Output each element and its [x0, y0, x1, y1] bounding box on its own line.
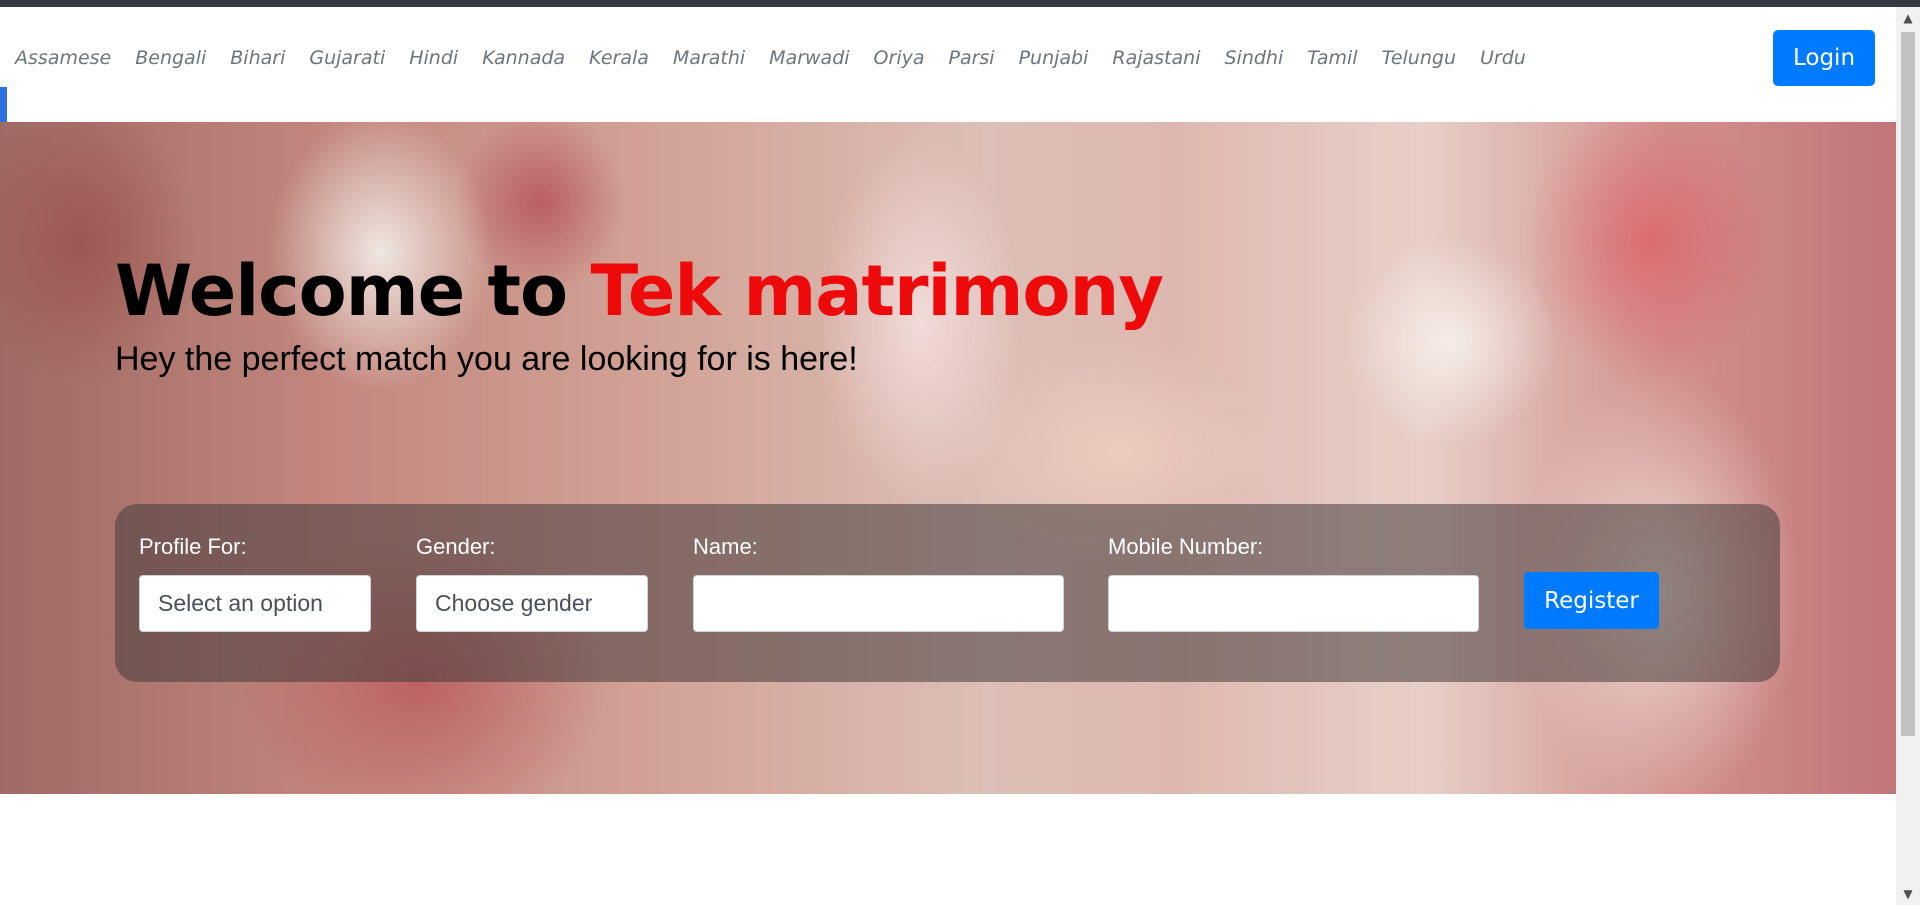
mobile-number-label: Mobile Number:	[1108, 534, 1264, 559]
profile-for-select[interactable]: Select an option	[139, 575, 371, 632]
gender-select[interactable]: Choose gender	[416, 575, 648, 632]
name-label: Name:	[693, 534, 758, 559]
content-below-hero	[0, 794, 1896, 905]
nav-link-punjabi[interactable]: Punjabi	[1019, 47, 1089, 69]
gender-label: Gender:	[416, 534, 496, 559]
hero-title-prefix: Welcome to	[115, 250, 591, 332]
nav-link-hindi[interactable]: Hindi	[409, 47, 458, 69]
vertical-scrollbar[interactable]: ▲ ▼	[1896, 7, 1920, 905]
nav-link-tamil[interactable]: Tamil	[1307, 47, 1357, 69]
nav-link-gujarati[interactable]: Gujarati	[309, 47, 385, 69]
language-nav: Assamese Bengali Bihari Gujarati Hindi K…	[15, 47, 1550, 69]
name-input[interactable]	[693, 575, 1064, 632]
nav-link-telungu[interactable]: Telungu	[1382, 47, 1456, 69]
nav-link-urdu[interactable]: Urdu	[1480, 47, 1526, 69]
nav-link-bihari[interactable]: Bihari	[230, 47, 285, 69]
login-button[interactable]: Login	[1773, 30, 1875, 86]
nav-link-rajastani[interactable]: Rajastani	[1112, 47, 1200, 69]
nav-link-oriya[interactable]: Oriya	[874, 47, 925, 69]
nav-link-marathi[interactable]: Marathi	[673, 47, 745, 69]
browser-top-strip	[0, 0, 1920, 7]
registration-panel: Profile For: Select an option Gender: Ch…	[115, 504, 1780, 682]
nav-link-assamese[interactable]: Assamese	[15, 47, 111, 69]
nav-accent-bar	[0, 87, 7, 122]
hero-title: Welcome to Tek matrimony	[115, 250, 1164, 332]
nav-link-bengali[interactable]: Bengali	[135, 47, 206, 69]
nav-link-marwadi[interactable]: Marwadi	[769, 47, 849, 69]
scrollbar-thumb[interactable]	[1901, 32, 1915, 736]
hero-subtitle: Hey the perfect match you are looking fo…	[115, 340, 858, 378]
scroll-up-arrow-icon[interactable]: ▲	[1896, 7, 1920, 29]
nav-link-kerala[interactable]: Kerala	[589, 47, 649, 69]
scroll-down-arrow-icon[interactable]: ▼	[1896, 883, 1920, 905]
nav-link-sindhi[interactable]: Sindhi	[1224, 47, 1283, 69]
nav-link-kannada[interactable]: Kannada	[482, 47, 565, 69]
nav-link-parsi[interactable]: Parsi	[948, 47, 994, 69]
hero-title-brand: Tek matrimony	[590, 250, 1163, 332]
mobile-number-input[interactable]	[1108, 575, 1479, 632]
hero-banner: Welcome to Tek matrimony Hey the perfect…	[0, 122, 1896, 794]
profile-for-label: Profile For:	[139, 534, 247, 559]
page: Assamese Bengali Bihari Gujarati Hindi K…	[0, 7, 1896, 905]
navbar: Assamese Bengali Bihari Gujarati Hindi K…	[0, 7, 1896, 122]
register-button[interactable]: Register	[1524, 572, 1659, 629]
